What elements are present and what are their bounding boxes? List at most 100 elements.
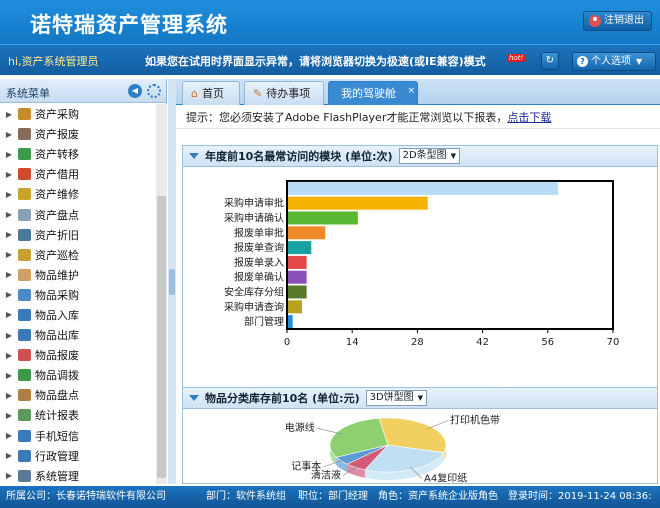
chart-type-select[interactable]: 2D条型图 ▼	[398, 148, 461, 164]
expand-icon[interactable]: ▶	[0, 230, 18, 239]
expand-icon[interactable]: ▶	[0, 110, 18, 119]
tab-home[interactable]: ⌂ 首页	[182, 81, 240, 105]
tab-bar: ⌂ 首页 ✎ 待办事项 我的驾驶舱 ×	[176, 79, 660, 105]
sidebar-splitter[interactable]	[168, 79, 176, 484]
expand-icon[interactable]: ▶	[0, 310, 18, 319]
sidebar-item-label: 资产借用	[35, 168, 79, 182]
footer-role: 角色：资产系统企业版角色	[378, 491, 498, 502]
sidebar-item-label: 资产采购	[35, 108, 79, 122]
sidebar-item[interactable]: ▶ 物品采购	[0, 285, 156, 305]
tab-cockpit[interactable]: 我的驾驶舱 ×	[328, 81, 418, 105]
bar	[288, 241, 312, 255]
bar	[288, 181, 559, 195]
sidebar-item[interactable]: ▶ 统计报表	[0, 405, 156, 425]
sidebar-item[interactable]: ▶ 资产维修	[0, 184, 156, 204]
category-label: 安全库存分组	[224, 286, 284, 299]
sidebar-item[interactable]: ▶ 手机短信	[0, 426, 156, 446]
tab-label: 首页	[201, 86, 224, 100]
panel-header: 物品分类库存前10名 (单位:元) 3D饼型图 ▼	[183, 388, 657, 409]
inventory-panel: 物品分类库存前10名 (单位:元) 3D饼型图 ▼ 打印机色带 A4复印纸 清洁液 记事…	[182, 387, 658, 484]
panel-header: 年度前10名最常访问的模块 (单位:次) 2D条型图 ▼	[183, 146, 657, 167]
expand-icon[interactable]: ▶	[0, 431, 18, 440]
x-tick-label: 56	[541, 337, 554, 348]
trash-icon	[18, 349, 31, 362]
expand-icon[interactable]: ▶	[0, 351, 18, 360]
sidebar-item-label: 系统管理	[35, 469, 79, 483]
expand-icon[interactable]: ▶	[0, 451, 18, 460]
sidebar-item[interactable]: ▶ 资产盘点	[0, 204, 156, 224]
expand-icon[interactable]: ▶	[0, 391, 18, 400]
bar	[288, 300, 302, 314]
expand-icon[interactable]: ▶	[0, 150, 18, 159]
app-header: 诺特瑞资产管理系统 注销退出	[0, 0, 660, 44]
sidebar-item[interactable]: ▶ 资产报废	[0, 124, 156, 144]
tab-todo[interactable]: ✎ 待办事项	[244, 81, 324, 105]
expand-icon[interactable]: ▶	[0, 471, 18, 480]
expand-icon[interactable]: ▶	[0, 190, 18, 199]
refresh-button[interactable]: ↻	[541, 52, 559, 70]
expand-icon[interactable]: ▶	[0, 371, 18, 380]
cart-icon	[18, 288, 31, 301]
slice-label: 记事本	[291, 460, 321, 473]
splitter-handle[interactable]	[169, 269, 175, 295]
greeting: hi,资产系统管理员	[8, 55, 99, 68]
personal-options-label: 个人选项	[591, 56, 631, 67]
sidebar-item[interactable]: ▶ 物品盘点	[0, 385, 156, 405]
sidebar-item[interactable]: ▶ 资产采购	[0, 104, 156, 124]
expand-icon[interactable]: ▶	[0, 250, 18, 259]
sidebar-item-label: 物品报废	[35, 349, 79, 363]
sidebar-item[interactable]: ▶ 系统管理	[0, 466, 156, 486]
chart-type-select[interactable]: 3D饼型图 ▼	[365, 390, 428, 406]
home-icon: ⌂	[191, 86, 198, 100]
slice-label: 打印机色带	[450, 414, 500, 427]
chart-title: 年度前10名最常访问的模块 (单位:次)	[205, 150, 393, 163]
sidebar-item[interactable]: ▶ 物品维护	[0, 265, 156, 285]
sidebar: 系统菜单 ◀ ▶ 资产采购 ▶ 资产报废 ▶ 资产转移 ▶ 资产借用 ▶ 资产维修 ▶ 资产盘点 ▶ 资产…	[0, 79, 167, 484]
gear-icon[interactable]	[147, 84, 161, 98]
sidebar-item[interactable]: ▶ 物品报废	[0, 345, 156, 365]
expand-icon[interactable]: ▶	[0, 331, 18, 340]
bar	[288, 255, 307, 269]
status-footer: 所属公司：长春诺特瑞软件有限公司 部门：软件系统组 职位：部门经理 角色：资产系…	[0, 486, 660, 508]
close-icon[interactable]: ×	[407, 80, 415, 102]
sidebar-item[interactable]: ▶ 物品调拨	[0, 365, 156, 385]
expand-icon[interactable]: ▶	[0, 130, 18, 139]
sidebar-scrollbar[interactable]	[156, 104, 167, 484]
sidebar-item[interactable]: ▶ 资产折旧	[0, 225, 156, 245]
x-tick-label: 14	[346, 337, 359, 348]
chart-icon	[18, 409, 31, 422]
category-label: 报废单审批	[234, 226, 284, 239]
chevron-down-icon: ▼	[636, 57, 643, 66]
x-tick-label: 28	[411, 337, 424, 348]
download-link[interactable]: 点击下载	[507, 111, 551, 124]
key-icon	[18, 248, 31, 261]
sidebar-item[interactable]: ▶ 资产巡检	[0, 245, 156, 265]
collapse-icon[interactable]	[189, 153, 199, 159]
collapse-icon[interactable]	[189, 395, 199, 401]
category-label: 部门管理	[244, 315, 284, 328]
sidebar-item[interactable]: ▶ 资产借用	[0, 164, 156, 184]
sidebar-item-label: 资产盘点	[35, 208, 79, 222]
sidebar-item[interactable]: ▶ 物品入库	[0, 305, 156, 325]
bar	[288, 211, 358, 225]
expand-icon[interactable]: ▶	[0, 270, 18, 279]
options-icon: ?	[577, 56, 588, 67]
x-tick-label: 42	[476, 337, 489, 348]
expand-icon[interactable]: ▶	[0, 210, 18, 219]
scrollbar-thumb[interactable]	[157, 196, 166, 478]
sidebar-item[interactable]: ▶ 行政管理	[0, 446, 156, 466]
sidebar-item-label: 资产转移	[35, 148, 79, 162]
bar	[288, 196, 428, 210]
sidebar-item-label: 物品盘点	[35, 389, 79, 403]
sidebar-item-label: 物品出库	[35, 329, 79, 343]
personal-options-button[interactable]: ? 个人选项 ▼	[572, 52, 656, 71]
label-leader	[427, 420, 449, 430]
bar	[288, 315, 293, 329]
expand-icon[interactable]: ▶	[0, 290, 18, 299]
collapse-sidebar-icon[interactable]: ◀	[128, 84, 142, 98]
expand-icon[interactable]: ▶	[0, 170, 18, 179]
sidebar-item[interactable]: ▶ 物品出库	[0, 325, 156, 345]
expand-icon[interactable]: ▶	[0, 411, 18, 420]
sidebar-item[interactable]: ▶ 资产转移	[0, 144, 156, 164]
logout-button[interactable]: 注销退出	[583, 11, 652, 31]
